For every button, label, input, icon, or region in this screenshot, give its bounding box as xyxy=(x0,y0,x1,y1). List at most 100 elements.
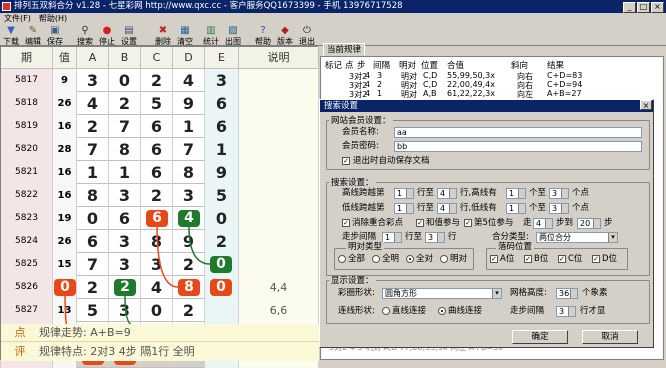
digit-cell: 1 xyxy=(109,161,141,184)
grid-height-spinner[interactable]: 36 xyxy=(556,288,578,299)
position-d-checkbox[interactable]: ✓ xyxy=(592,255,600,263)
line-curve-radio[interactable] xyxy=(438,307,446,315)
digit-cell: 4 xyxy=(141,276,173,299)
toolbar-button-9[interactable]: ▨ 出图 xyxy=(222,24,244,46)
toolbar-button-1[interactable]: ✎ 编辑 xyxy=(22,24,44,46)
position-d-label: D位 xyxy=(602,254,618,264)
digit-cell: 2 xyxy=(141,184,173,207)
note-cell xyxy=(239,207,319,230)
grid-row[interactable]: 5820 28 7 8 6 7 1 xyxy=(1,138,319,161)
ok-button[interactable]: 确定 xyxy=(512,330,568,344)
pair-type-all-radio[interactable] xyxy=(338,255,346,263)
rule-header-0: 标记 xyxy=(325,61,343,71)
high-line-to-label: 行至 xyxy=(417,188,435,198)
step-gap-from-spinner[interactable]: 1 xyxy=(382,232,402,243)
period-cell: 5819 xyxy=(1,115,53,138)
grid-row[interactable]: 5817 9 3 0 2 4 3 xyxy=(1,69,319,92)
toolbar-button-10[interactable]: ? 帮助 xyxy=(252,24,274,46)
toolbar-button-label: 删除 xyxy=(155,37,171,46)
line-straight-radio[interactable] xyxy=(382,307,390,315)
low-line-count-from-spinner[interactable]: 1 xyxy=(506,203,526,214)
toolbar-button-2[interactable]: ▣ 保存 xyxy=(44,24,66,46)
rule-cell: 22,00,49,4x xyxy=(447,80,495,89)
dedup-checkbox[interactable]: ✓ xyxy=(342,219,350,227)
rule-row[interactable]: 3对2 4 2 明对 C,D 22,00,49,4x 向右 C+D=94 xyxy=(321,80,661,90)
rule-row[interactable]: 3对2 4 3 明对 C,D 55,99,50,3x 向右 C+D=83 xyxy=(321,71,661,81)
rule-cell: 55,99,50,3x xyxy=(447,71,495,80)
stop-icon: ● xyxy=(102,25,112,36)
close-button[interactable]: × xyxy=(651,2,664,13)
step-to-label: 步到 xyxy=(556,218,574,228)
toolbar-button-4[interactable]: ● 停止 xyxy=(96,24,118,46)
pair-type-full-dui-radio[interactable] xyxy=(406,255,414,263)
rule-cell: C+D=83 xyxy=(547,71,583,80)
grid-row[interactable]: 5819 16 2 7 6 1 6 xyxy=(1,115,319,138)
highlight-ball: 0 xyxy=(54,279,76,296)
note-cell xyxy=(239,92,319,115)
low-line-count-to-spinner[interactable]: 3 xyxy=(549,203,569,214)
display-step-gap-spinner[interactable]: 3 xyxy=(556,306,576,317)
rule-row[interactable]: 3对2 4 1 明对 A,B 61,22,22,3x 向左 A+B=27 xyxy=(321,89,661,99)
rule-header-4: 明对 xyxy=(399,61,417,71)
dialog-close-button[interactable]: × xyxy=(640,100,652,110)
high-line-to-spinner[interactable]: 4 xyxy=(437,188,457,199)
grid-row[interactable]: 5821 16 1 1 6 8 9 xyxy=(1,161,319,184)
toolbar-button-8[interactable]: ▥ 统计 xyxy=(200,24,222,46)
toolbar-button-11[interactable]: ◆ 版本 xyxy=(274,24,296,46)
high-line-count-to-spinner[interactable]: 3 xyxy=(549,188,569,199)
fifth-position-checkbox[interactable]: ✓ xyxy=(464,219,472,227)
note-cell: 6,6 xyxy=(239,299,319,322)
toolbar-button-12[interactable]: ⏻ 退出 xyxy=(296,24,318,46)
tab-current-rules[interactable]: 当前规律 xyxy=(323,43,366,56)
grid-row[interactable]: 58251573320 xyxy=(1,253,319,276)
low-line-from-spinner[interactable]: 1 xyxy=(394,203,414,214)
step-to-spinner[interactable]: 20 xyxy=(577,218,601,229)
autosave-checkbox[interactable]: ✓ xyxy=(342,157,350,165)
high-line-count-label: 行,高线有 xyxy=(460,188,497,198)
member-password-input[interactable]: bb xyxy=(394,141,642,152)
pair-type-ming-dui-radio[interactable] xyxy=(440,255,448,263)
high-line-count-from-spinner[interactable]: 1 xyxy=(506,188,526,199)
exit-icon: ⏻ xyxy=(303,25,311,36)
note-cell xyxy=(239,138,319,161)
circle-shape-select[interactable]: 圆角方形 xyxy=(382,288,502,299)
pair-type-full-ming-radio[interactable] xyxy=(372,255,380,263)
menu-help[interactable]: 帮助(H) xyxy=(35,14,71,23)
maximize-button[interactable]: □ xyxy=(637,2,650,13)
toolbar-button-7[interactable]: ▦ 清空 xyxy=(174,24,196,46)
sum-checkbox[interactable]: ✓ xyxy=(416,219,424,227)
low-line-to-spinner[interactable]: 4 xyxy=(437,203,457,214)
rule-feature-line: 评规律特点: 2对3 4步 隔1行 全明 xyxy=(1,343,319,361)
rule-feature-text: 规律特点: 2对3 4步 隔1行 全明 xyxy=(39,345,195,358)
display-group-label: 显示设置： xyxy=(329,276,376,286)
dialog-title: 搜索设置 xyxy=(324,101,359,111)
digit-cell: 6 xyxy=(205,92,239,115)
step-from-spinner[interactable]: 4 xyxy=(533,218,553,229)
grid-row[interactable]: 5824 26 6 3 8 9 2 xyxy=(1,230,319,253)
minimize-button[interactable]: _ xyxy=(623,2,636,13)
digit-cell: 8 xyxy=(77,184,109,207)
grid-row[interactable]: 5827 13 5 3 0 2 6,6 xyxy=(1,299,319,322)
high-line-from-spinner[interactable]: 1 xyxy=(394,188,414,199)
position-c-checkbox[interactable]: ✓ xyxy=(558,255,566,263)
member-name-input[interactable]: aa xyxy=(394,127,642,138)
grid-row[interactable]: 5826264804,4 xyxy=(1,276,319,299)
value-cell: 13 xyxy=(53,299,77,322)
position-a-checkbox[interactable]: ✓ xyxy=(490,255,498,263)
toolbar-button-6[interactable]: ✖ 删除 xyxy=(152,24,174,46)
digit-cell: 2 xyxy=(77,115,109,138)
menu-file[interactable]: 文件(F) xyxy=(0,14,35,23)
position-b-checkbox[interactable]: ✓ xyxy=(524,255,532,263)
grid-row[interactable]: 5822 16 8 3 2 3 5 xyxy=(1,184,319,207)
note-cell xyxy=(239,161,319,184)
grid-header-5: D xyxy=(173,47,205,69)
step-gap-to-spinner[interactable]: 3 xyxy=(425,232,445,243)
grid-row[interactable]: 5818 26 4 2 5 9 6 xyxy=(1,92,319,115)
digit-cell: 6 xyxy=(205,115,239,138)
toolbar-button-label: 停止 xyxy=(99,37,115,46)
merge-type-select[interactable]: 两位合分 xyxy=(536,232,618,243)
toolbar-button-5[interactable]: ▤ 设置 xyxy=(118,24,140,46)
toolbar-button-0[interactable]: ▼ 下载 xyxy=(0,24,22,46)
cancel-button[interactable]: 取消 xyxy=(582,330,638,344)
toolbar-button-3[interactable]: ⚲ 搜索 xyxy=(74,24,96,46)
